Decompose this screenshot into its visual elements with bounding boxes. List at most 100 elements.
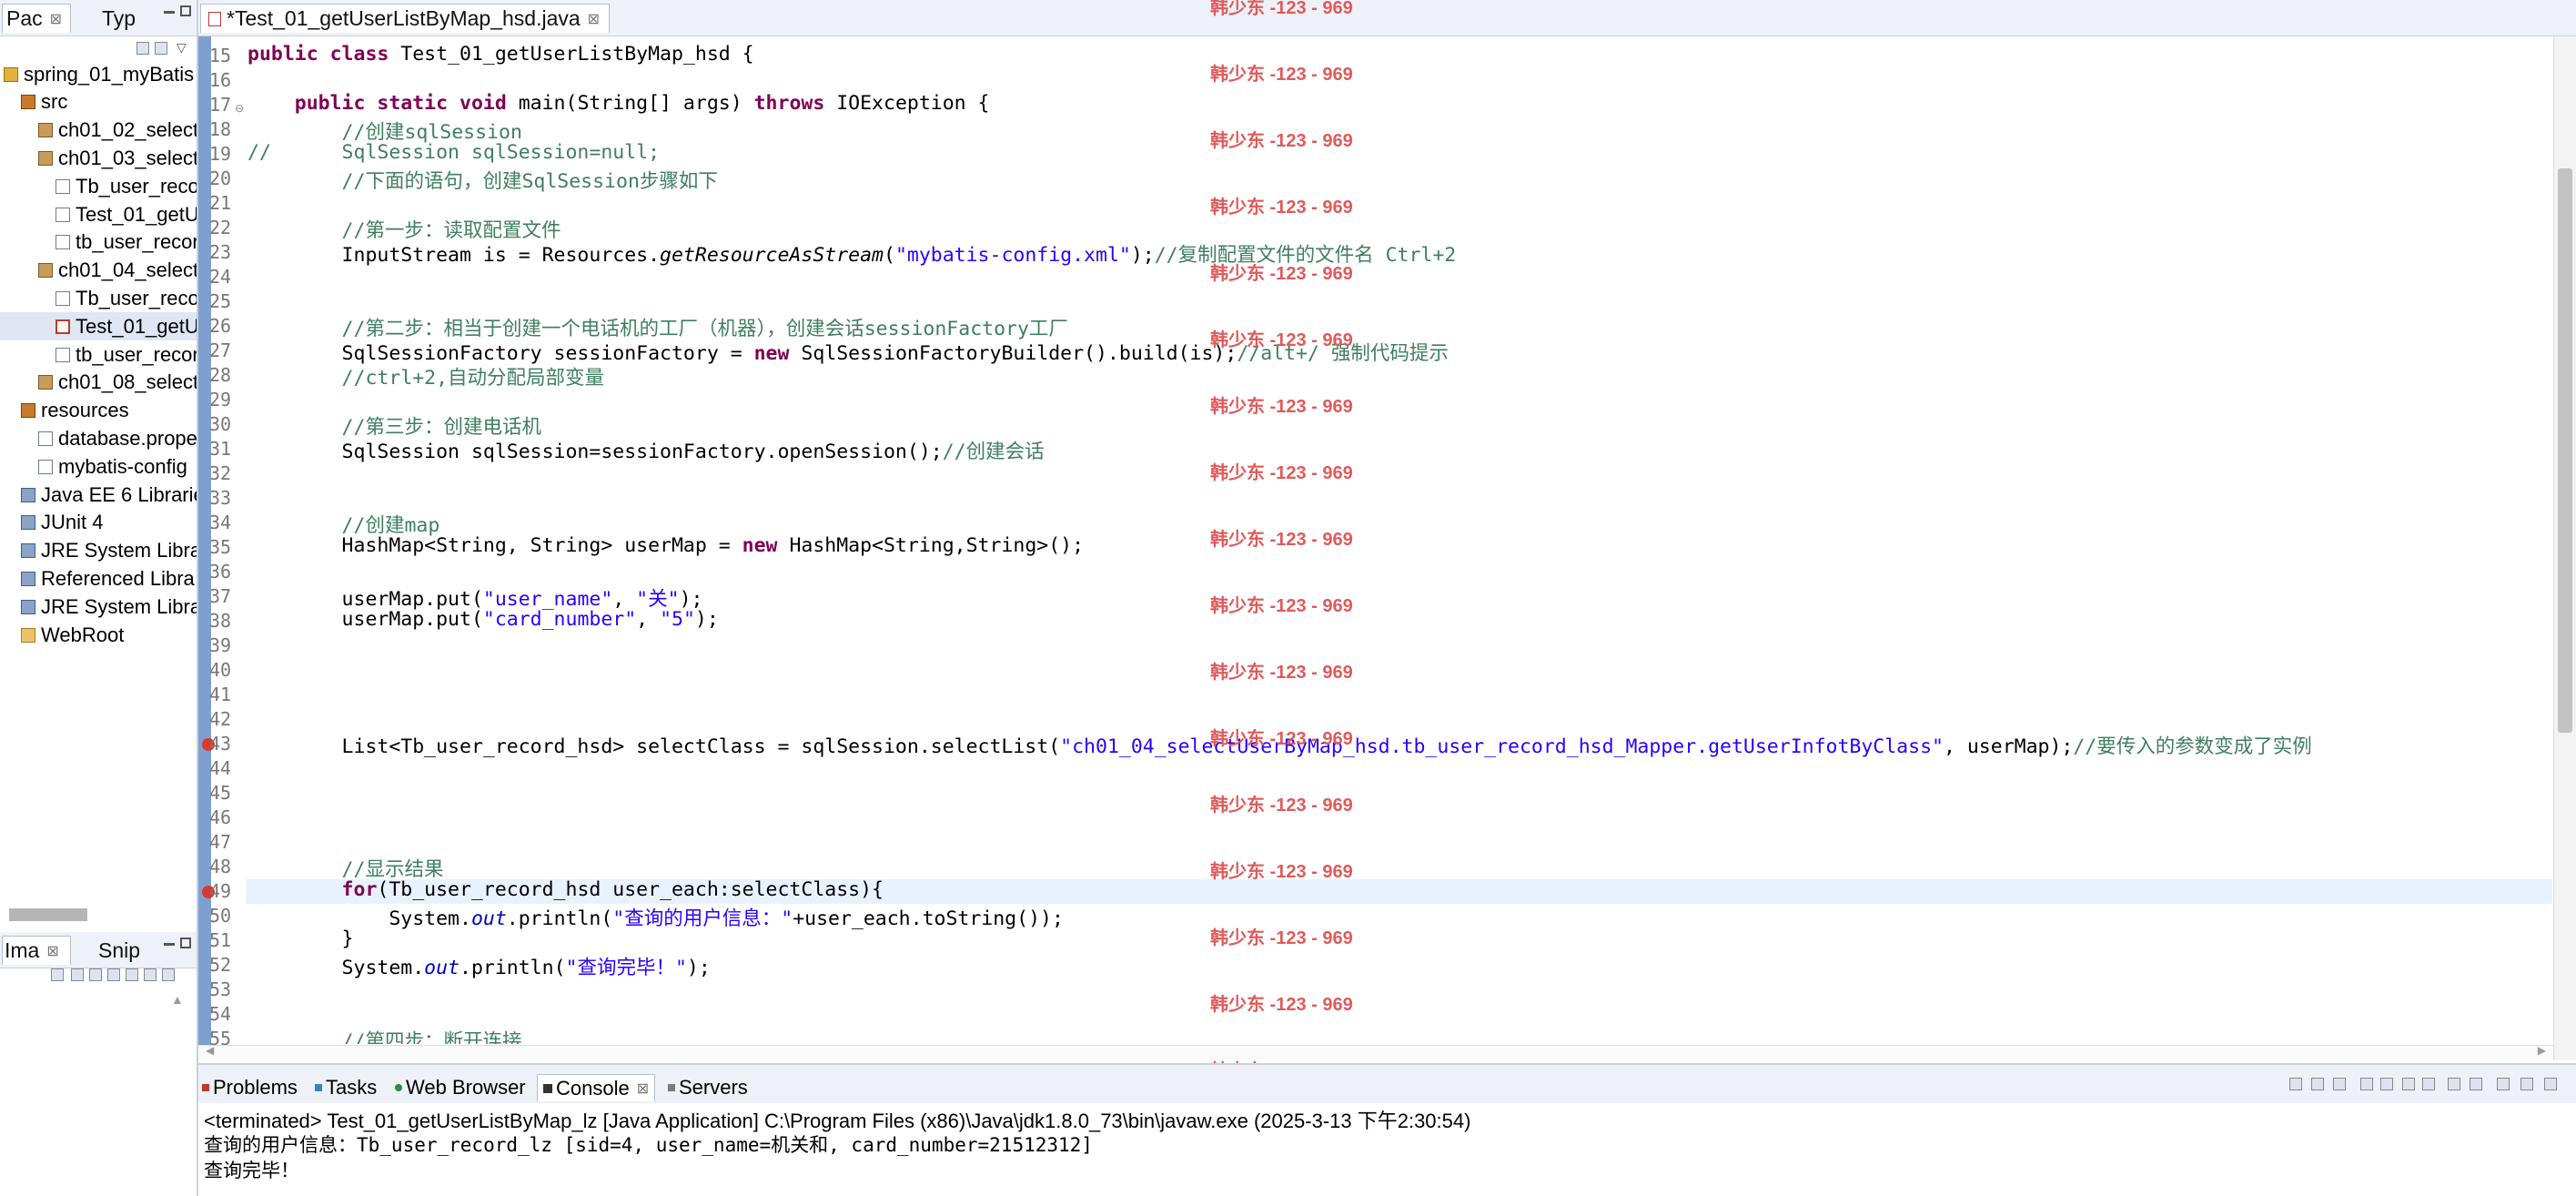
vscroll-thumb[interactable] [2558,168,2572,733]
tab-web-browser[interactable]: Web Browser [395,1074,526,1101]
source-folder-icon [21,403,35,419]
code-line-17[interactable]: public static void main(String[] args) t… [247,92,990,115]
tree-item[interactable]: Test_01_getU [0,312,197,341]
tab-snippets[interactable]: Snip [82,936,140,965]
tool-icon[interactable] [162,968,175,981]
maximize-icon[interactable] [180,938,191,948]
tab-package-explorer[interactable]: Pac ⊠ [2,4,71,33]
tree-item[interactable]: ch01_03_select [0,144,197,172]
zoom-in-icon[interactable] [107,968,120,981]
watermark-text: 韩少东 -123 - 969 [1210,397,1353,417]
tool-icon[interactable] [126,968,138,981]
zoom-out-icon[interactable] [89,968,102,981]
tree-item[interactable]: src [0,88,197,117]
console-tool-icon[interactable] [2422,1078,2435,1090]
tree-item[interactable]: database.prope [0,424,197,452]
tree-item[interactable]: JRE System Libra [0,537,197,565]
code-line-19[interactable]: // SqlSession sqlSession=null; [247,141,660,164]
console-tool-icon[interactable] [2520,1078,2533,1090]
tree-item[interactable]: Tb_user_reco [0,172,197,200]
code-line-35[interactable]: HashMap<String, String> userMap = new Ha… [247,534,1085,557]
console-tool-icon[interactable] [2333,1078,2346,1090]
tree-item[interactable]: spring_01_myBatis [0,60,197,88]
close-icon[interactable]: ⊠ [50,10,62,28]
close-icon[interactable]: ⊠ [637,1079,649,1098]
link-editor-icon[interactable] [155,42,167,55]
tree-item[interactable]: ch01_08_select [0,369,197,397]
line-number: 52 [209,954,232,976]
editor-tab[interactable]: *Test_01_getUserListByMap_hsd.java ⊠ [200,4,611,33]
tree-item[interactable]: Java EE 6 Librarie [0,481,197,509]
tree-item[interactable]: tb_user_recor [0,340,197,369]
code-line-50[interactable]: System.out.println("查询的用户信息："+user_each.… [247,903,1064,931]
tree-item[interactable]: Test_01_getU [0,200,197,228]
tree-item-label: Tb_user_reco [76,174,197,198]
view-menu-icon[interactable]: ▽ [177,40,187,56]
close-icon[interactable]: ⊠ [46,942,58,960]
library-icon [21,599,35,614]
close-icon[interactable]: ⊠ [588,10,600,28]
tree-item[interactable]: WebRoot [0,621,197,649]
editor-hscroll[interactable]: ◀ ▶ [198,1044,2553,1060]
minimize-icon[interactable] [164,943,175,946]
code-line-49[interactable]: for(Tb_user_record_hsd user_each:selectC… [247,878,884,901]
console-tool-icon[interactable] [2470,1078,2482,1090]
code-line-51[interactable]: } [247,927,354,950]
code-token: HashMap<String, String> userMap = [247,534,742,557]
tree-hscroll[interactable] [0,901,197,928]
scroll-left-icon[interactable]: ◀ [206,1044,214,1057]
tree-item[interactable]: resources [0,397,197,425]
console-tool-icon[interactable] [2448,1078,2460,1090]
code-token: Test_01_getUserListByMap_hsd { [400,43,754,66]
tab-tasks[interactable]: Tasks [315,1074,377,1101]
tab-image[interactable]: Ima ⊠ [2,936,71,965]
tree-item[interactable]: mybatis-config [0,452,197,481]
tool-icon[interactable] [144,968,157,981]
package-icon [38,123,53,138]
tool-icon[interactable] [71,968,84,981]
console-tool-icon[interactable] [2497,1078,2510,1090]
tree-item[interactable]: JRE System Libra [0,593,197,621]
tab-console[interactable]: Console ⊠ [537,1074,656,1101]
console-tool-icon[interactable] [2380,1078,2393,1090]
watermark-text: 韩少东 -123 - 969 [1210,862,1353,882]
code-line-55[interactable]: //第四步：断开连接 [247,1026,522,1044]
tree-item[interactable]: tb_user_recor [0,228,197,257]
minimize-icon[interactable] [164,11,175,14]
code-token: "ch01_04_selectUserByMap_hsd.tb_user_rec… [1060,735,1944,758]
tool-icon[interactable] [51,968,64,981]
scroll-up-icon[interactable]: ▲ [171,992,184,1007]
line-number: 51 [209,929,232,951]
code-line-31[interactable]: SqlSession sqlSession=sessionFactory.ope… [247,436,1045,464]
console-tool-icon[interactable] [2544,1078,2557,1090]
tree-item[interactable]: JUnit 4 [0,509,197,537]
package-explorer-toolbar: ▽ [0,36,197,62]
console-tool-icon[interactable] [2360,1078,2373,1090]
tab-type-hierarchy[interactable]: Typ [86,4,136,33]
console-tool-icon[interactable] [2289,1078,2302,1090]
code-line-28[interactable]: //ctrl+2,自动分配局部变量 [247,362,605,390]
tab-problems[interactable]: Problems [202,1074,298,1101]
tab-servers[interactable]: Servers [668,1074,748,1101]
hscroll-thumb[interactable] [9,908,87,921]
editor-tabbar: *Test_01_getUserListByMap_hsd.java ⊠ [198,0,2576,36]
code-line-52[interactable]: System.out.println("查询完毕！"); [247,952,711,980]
console-tool-icon[interactable] [2402,1078,2415,1090]
servers-icon [668,1084,675,1091]
tree-item[interactable]: ch01_02_select [0,117,197,145]
tree-item[interactable]: Referenced Libra [0,564,197,593]
collapse-all-icon[interactable] [136,42,149,55]
code-line-20[interactable]: //下面的语句，创建SqlSession步骤如下 [247,166,718,194]
code-token: , userMap); [1943,735,2074,758]
scroll-right-icon[interactable]: ▶ [2538,1044,2546,1057]
xml-file-icon [56,235,70,250]
maximize-icon[interactable] [180,5,191,16]
console-tool-icon[interactable] [2311,1078,2324,1090]
line-number: 41 [209,684,232,705]
tree-item[interactable]: Tb_user_reco [0,284,197,312]
library-icon [21,571,35,586]
tree-item[interactable]: ch01_04_select [0,257,197,285]
code-line-15[interactable]: public class Test_01_getUserListByMap_hs… [247,43,754,66]
java-file-icon [56,290,70,306]
code-line-38[interactable]: userMap.put("card_number", "5"); [247,608,719,631]
